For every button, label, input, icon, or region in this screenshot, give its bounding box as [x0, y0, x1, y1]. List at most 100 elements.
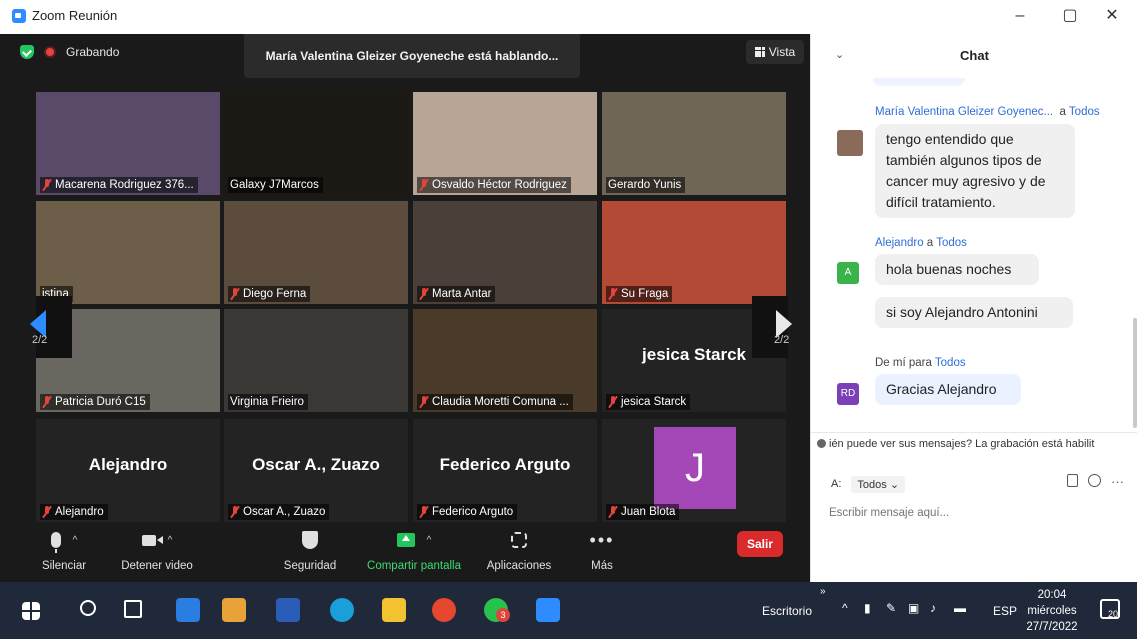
more-button[interactable]: ••• Más	[584, 528, 620, 572]
edge-icon[interactable]	[330, 598, 354, 622]
previous-page-button[interactable]	[30, 296, 72, 358]
file-icon[interactable]	[1067, 474, 1078, 487]
meeting-toolbar: ^ Silenciar ^ Detener video Seguridad ^ …	[0, 524, 810, 582]
participant-name: Juan Blota	[621, 506, 676, 518]
zoom-taskbar-icon[interactable]	[536, 598, 560, 622]
language-indicator[interactable]: ESP	[993, 604, 1017, 618]
chevron-up-icon[interactable]: ^	[73, 535, 78, 546]
participant-name-tag: Patricia Duró C15	[40, 394, 150, 410]
chat-messages[interactable]: María Valentina Gleizer Goyenec... a Tod…	[811, 78, 1137, 428]
mute-button[interactable]: ^ Silenciar	[34, 528, 94, 572]
window-title: Zoom Reunión	[32, 8, 118, 23]
participant-name-tag: Marta Antar	[417, 286, 496, 302]
more-icon[interactable]: ···	[1111, 474, 1124, 489]
microphone-tray-icon[interactable]: ▮	[864, 601, 871, 615]
task-view-icon[interactable]	[124, 600, 142, 618]
chevron-up-icon[interactable]: ^	[842, 601, 848, 615]
share-screen-icon	[396, 533, 415, 547]
close-button[interactable]: ✕	[1095, 4, 1129, 28]
participant-tile[interactable]: Oscar A., Zuazo Oscar A., Zuazo	[224, 419, 408, 522]
store-icon[interactable]	[222, 598, 246, 622]
participant-name-tag: Su Fraga	[606, 286, 673, 302]
participant-name: Federico Arguto	[432, 506, 514, 518]
participant-name-tag: Federico Arguto	[417, 504, 518, 520]
more-label: Más	[591, 560, 613, 572]
mail-icon[interactable]	[176, 598, 200, 622]
participant-tile[interactable]: Claudia Moretti Comuna ...	[413, 309, 597, 412]
muted-microphone-icon	[608, 396, 618, 408]
notifications-button[interactable]: 20	[1100, 599, 1120, 619]
participant-tile[interactable]: Su Fraga	[602, 201, 786, 304]
chat-privacy-notice[interactable]: ién puede ver sus mensajes? La grabación…	[811, 432, 1137, 454]
microphone-icon	[50, 532, 61, 553]
message-sender: De mí para Todos	[875, 357, 966, 369]
muted-microphone-icon	[230, 288, 240, 300]
overflow-icon[interactable]: »	[820, 586, 826, 597]
participant-tile[interactable]: J Juan Blota	[602, 419, 786, 522]
recipient-select[interactable]: Todos ⌄	[851, 475, 906, 493]
security-button[interactable]: Seguridad	[280, 528, 340, 572]
recipient-label: A:	[831, 478, 842, 490]
muted-microphone-icon	[419, 288, 429, 300]
participant-display-name: Oscar A., Zuazo	[252, 455, 380, 474]
participant-name: jesica Starck	[621, 396, 687, 408]
desktop-label[interactable]: Escritorio	[762, 604, 812, 618]
participant-name: Diego Ferna	[243, 288, 307, 300]
system-clock[interactable]: 20:04 miércoles 27/7/2022	[1022, 587, 1082, 635]
apps-button[interactable]: Aplicaciones	[480, 528, 558, 572]
view-button[interactable]: Vista	[746, 40, 804, 64]
chat-recipient-row: A: Todos ⌄	[831, 474, 906, 494]
maximize-button[interactable]: ▢	[1053, 4, 1087, 28]
message-sender: Alejandro a Todos	[875, 237, 967, 249]
windows-start-icon[interactable]	[22, 602, 40, 620]
encryption-shield-icon[interactable]	[20, 45, 34, 59]
volume-icon[interactable]: ♪	[930, 601, 936, 615]
share-screen-button[interactable]: ^ Compartir pantalla	[358, 528, 470, 572]
chat-scrollbar[interactable]	[1133, 318, 1137, 428]
participant-tile[interactable]: istina	[36, 201, 220, 304]
participant-tile[interactable]: Galaxy J7Marcos	[224, 92, 408, 195]
participant-name-tag: Oscar A., Zuazo	[228, 504, 330, 520]
chat-title: Chat	[960, 48, 989, 63]
page-indicator-right: 2/2	[774, 334, 790, 346]
participant-tile[interactable]: Alejandro Alejandro	[36, 419, 220, 522]
emoji-icon[interactable]	[1088, 474, 1101, 487]
muted-microphone-icon	[419, 179, 429, 191]
participant-name: Su Fraga	[621, 288, 669, 300]
keyboard-icon[interactable]: ▣	[908, 601, 919, 615]
battery-icon[interactable]: ▬	[954, 601, 966, 615]
search-icon[interactable]	[80, 600, 96, 616]
participant-tile[interactable]: Diego Ferna	[224, 201, 408, 304]
chevron-up-icon[interactable]: ^	[168, 535, 173, 546]
participant-name: Marta Antar	[432, 288, 492, 300]
apps-icon	[511, 532, 527, 548]
participant-name-tag: Osvaldo Héctor Rodriguez	[417, 177, 571, 193]
page-indicator-left: 2/2	[32, 334, 48, 346]
participant-name-tag: jesica Starck	[606, 394, 691, 410]
minimize-button[interactable]: –	[1003, 4, 1037, 28]
file-explorer-icon[interactable]	[382, 598, 406, 622]
leave-button[interactable]: Salir	[737, 531, 783, 557]
screen: Zoom Reunión – ▢ ✕ Grabando María Valent…	[0, 0, 1137, 639]
chevron-up-icon[interactable]: ^	[427, 535, 432, 546]
participant-tile[interactable]: Gerardo Yunis	[602, 92, 786, 195]
chat-panel: ⌄ Chat María Valentina Gleizer Goyenec..…	[810, 34, 1137, 582]
user-photo-avatar	[837, 130, 863, 156]
meeting-area: Grabando María Valentina Gleizer Goyenec…	[0, 34, 810, 582]
whatsapp-badge: 3	[496, 608, 510, 622]
participant-tile[interactable]: Macarena Rodriguez 376...	[36, 92, 220, 195]
participant-tile[interactable]: Virginia Frieiro	[224, 309, 408, 412]
message-bubble: Gracias Alejandro	[875, 374, 1021, 405]
muted-microphone-icon	[42, 179, 52, 191]
participant-tile[interactable]: Marta Antar	[413, 201, 597, 304]
chat-message-input[interactable]	[829, 502, 1119, 524]
view-label: Vista	[768, 45, 796, 59]
next-page-button[interactable]	[752, 296, 792, 358]
chrome-icon[interactable]	[432, 598, 456, 622]
stop-video-button[interactable]: ^ Detener video	[112, 528, 202, 572]
zoom-logo-icon	[12, 9, 26, 23]
participant-tile[interactable]: Osvaldo Héctor Rodriguez	[413, 92, 597, 195]
word-icon[interactable]	[276, 598, 300, 622]
participant-tile[interactable]: Federico Arguto Federico Arguto	[413, 419, 597, 522]
pen-icon[interactable]: ✎	[886, 601, 896, 615]
